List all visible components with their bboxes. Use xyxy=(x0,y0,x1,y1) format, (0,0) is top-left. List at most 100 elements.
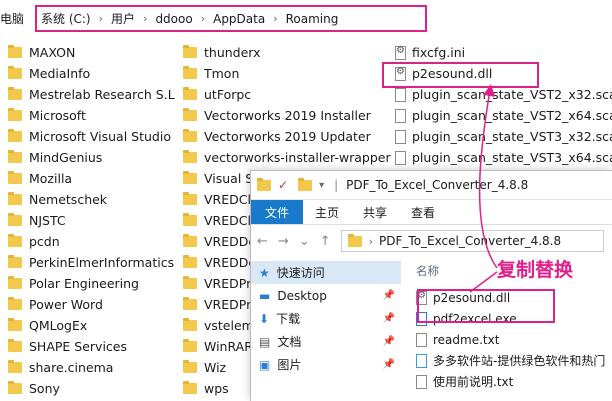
list-item[interactable]: QMLogEx xyxy=(8,315,175,336)
list-item[interactable]: Power Word xyxy=(8,294,175,315)
highlight-box-source xyxy=(417,289,555,323)
file-column-3: fixcfg.ini p2esound.dll plugin_scan_stat… xyxy=(395,42,612,168)
breadcrumb-item[interactable]: ddooo xyxy=(155,12,192,26)
folder-icon xyxy=(183,129,197,142)
list-item[interactable]: Nemetschek xyxy=(8,189,175,210)
back-arrow-icon[interactable]: ← xyxy=(257,234,268,249)
list-item[interactable]: MindGenius xyxy=(8,147,175,168)
new-folder-icon[interactable] xyxy=(298,177,313,191)
list-item[interactable]: Tmon xyxy=(183,63,391,84)
nav-item-downloads[interactable]: ⬇ 下载 📌 xyxy=(251,307,401,330)
list-item[interactable]: Polar Engineering xyxy=(8,273,175,294)
folder-icon xyxy=(183,360,197,373)
forward-arrow-icon[interactable]: → xyxy=(278,234,289,249)
up-arrow-icon[interactable]: ↑ xyxy=(320,234,331,249)
folder-icon xyxy=(183,108,197,121)
divider: | xyxy=(334,178,339,192)
list-item[interactable]: MediaInfo xyxy=(8,63,175,84)
nav-item-desktop[interactable]: ▬ Desktop 📌 xyxy=(251,284,401,307)
tab-home[interactable]: 主页 xyxy=(303,200,351,224)
list-item[interactable]: SHAPE Services xyxy=(8,336,175,357)
breadcrumb-item[interactable]: AppData xyxy=(213,12,265,26)
pin-icon[interactable]: 📌 xyxy=(383,336,395,347)
list-item[interactable]: plugin_scan_state_VST3_x64.scan xyxy=(395,147,612,168)
star-icon: ★ xyxy=(259,265,270,280)
file-icon xyxy=(395,150,406,165)
dropdown-icon[interactable]: ▾ xyxy=(319,180,324,191)
ribbon-tabs: 文件 主页 共享 查看 xyxy=(251,200,612,225)
folder-icon xyxy=(8,150,22,163)
folder-icon xyxy=(8,45,22,58)
folder-icon xyxy=(8,381,22,394)
pin-icon[interactable]: 📌 xyxy=(383,290,395,301)
navigation-pane: ★ 快速访问 ▬ Desktop 📌 ⬇ 下载 📌 ▤ 文档 📌 ▣ 图片 📌 xyxy=(251,261,401,376)
pin-icon[interactable]: 📌 xyxy=(383,313,395,324)
list-item[interactable]: Microsoft Visual Studio xyxy=(8,126,175,147)
folder-icon xyxy=(8,276,22,289)
nav-item-documents[interactable]: ▤ 文档 📌 xyxy=(251,330,401,353)
folder-icon xyxy=(8,213,22,226)
list-item[interactable]: plugin_scan_state_VST2_x64.scan xyxy=(395,105,612,126)
file-icon xyxy=(395,129,406,144)
breadcrumb-item[interactable]: 系统 (C:) xyxy=(41,10,91,27)
list-item[interactable]: readme.txt xyxy=(416,329,612,350)
chevron-right-icon: › xyxy=(98,12,104,25)
folder-icon xyxy=(8,234,22,247)
folder-icon xyxy=(8,255,22,268)
list-item[interactable]: Vectorworks 2019 Installer xyxy=(183,105,391,126)
tab-share[interactable]: 共享 xyxy=(351,200,399,224)
breadcrumb-item[interactable]: Roaming xyxy=(286,12,339,26)
list-item[interactable]: utForpc xyxy=(183,84,391,105)
folder-icon xyxy=(183,255,197,268)
folder-icon xyxy=(8,171,22,184)
list-item[interactable]: Mozilla xyxy=(8,168,175,189)
file-icon xyxy=(395,87,406,102)
tab-file[interactable]: 文件 xyxy=(251,200,304,224)
pin-icon[interactable]: 📌 xyxy=(383,359,395,370)
folder-icon xyxy=(8,87,22,100)
list-item[interactable]: 使用前说明.txt xyxy=(416,371,612,392)
list-item[interactable]: plugin_scan_state_VST3_x32.scan xyxy=(395,126,612,147)
folder-icon xyxy=(183,192,197,205)
folder-icon xyxy=(347,233,362,247)
chevron-right-icon: › xyxy=(368,234,374,248)
folder-icon xyxy=(183,213,197,226)
list-item[interactable]: pcdn xyxy=(8,231,175,252)
annotation-label: 复制替换 xyxy=(497,259,574,281)
picture-icon: ▣ xyxy=(259,357,271,372)
folder-icon xyxy=(8,297,22,310)
folder-icon xyxy=(183,234,197,247)
tab-view[interactable]: 查看 xyxy=(399,200,447,224)
breadcrumb-cut-label: 电脑 xyxy=(0,12,25,26)
breadcrumb[interactable]: 系统 (C:) › 用户 › ddooo › AppData › Roaming xyxy=(35,5,427,32)
folder-icon xyxy=(8,129,22,142)
folder-icon xyxy=(183,339,197,352)
address-row: ← → ⌄ ↑ › PDF_To_Excel_Converter_4.8.8 xyxy=(251,225,612,257)
list-item[interactable]: NJSTC xyxy=(8,210,175,231)
nav-item-quick-access[interactable]: ★ 快速访问 xyxy=(251,261,401,284)
list-item[interactable]: vectorworks-installer-wrapper xyxy=(183,147,391,168)
nav-item-pictures[interactable]: ▣ 图片 📌 xyxy=(251,353,401,376)
list-item[interactable]: MAXON xyxy=(8,42,175,63)
folder-icon xyxy=(183,276,197,289)
breadcrumb-item[interactable]: 用户 xyxy=(111,10,135,27)
list-item[interactable]: Vectorworks 2019 Updater xyxy=(183,126,391,147)
list-item[interactable]: PerkinElmerInformatics xyxy=(8,252,175,273)
list-item[interactable]: fixcfg.ini xyxy=(395,42,612,63)
properties-icon[interactable]: ✓ xyxy=(278,178,288,192)
list-item[interactable]: share.cinema xyxy=(8,357,175,378)
list-item[interactable]: 多多软件站-提供绿色软件和热门 xyxy=(416,350,612,371)
list-item[interactable]: Sony xyxy=(8,378,175,399)
desktop-icon: ▬ xyxy=(259,288,271,303)
list-item[interactable]: Mestrelab Research S.L xyxy=(8,84,175,105)
document-icon: ▤ xyxy=(259,334,271,349)
list-item[interactable]: thunderx xyxy=(183,42,391,63)
ini-file-icon xyxy=(395,45,406,60)
chevron-down-icon[interactable]: ⌄ xyxy=(299,234,310,249)
list-item[interactable]: Microsoft xyxy=(8,105,175,126)
folder-icon xyxy=(183,66,197,79)
address-bar[interactable]: › PDF_To_Excel_Converter_4.8.8 xyxy=(340,230,604,252)
folder-icon xyxy=(183,150,197,163)
folder-icon xyxy=(183,318,197,331)
folder-icon xyxy=(183,171,197,184)
